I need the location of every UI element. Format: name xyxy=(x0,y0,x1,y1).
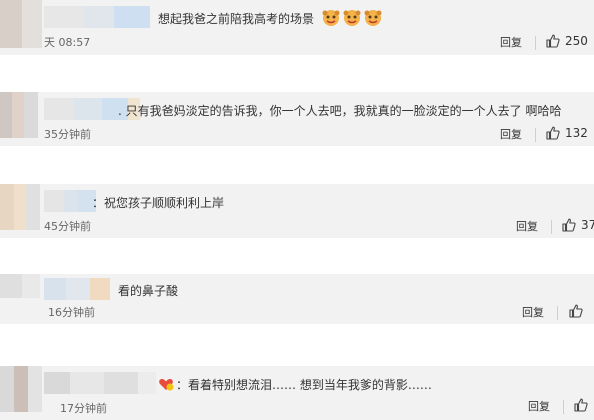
comment-text: 看的鼻子酸 xyxy=(118,284,179,298)
comment-card: 想起我爸之前陪我高考的场景 天 08:57 回复 250 xyxy=(0,0,594,55)
username[interactable] xyxy=(44,372,156,394)
heart-emoji-icon xyxy=(158,376,174,396)
divider xyxy=(535,36,536,50)
timestamp: 35分钟前 xyxy=(44,128,91,141)
comment-card: . 只有我爸妈淡定的告诉我，你一个人去吧，我就真的一脸淡定的一个人去了 啊哈哈 … xyxy=(0,92,594,146)
like-button[interactable]: 250 xyxy=(546,34,588,48)
like-button[interactable]: 37 xyxy=(562,218,594,232)
username[interactable] xyxy=(44,6,150,28)
like-button[interactable] xyxy=(569,304,588,318)
like-count: 250 xyxy=(565,34,588,48)
thumbs-up-icon xyxy=(569,304,583,318)
dog-face-emoji-icon xyxy=(322,9,382,27)
reply-button[interactable]: 回复 xyxy=(500,128,522,142)
thumbs-up-icon xyxy=(562,218,576,232)
divider xyxy=(535,128,536,142)
divider xyxy=(557,306,558,320)
avatar xyxy=(0,366,42,412)
comment-card: ：看着特别想流泪…… 想到当年我爹的背影…… 17分钟前 回复 xyxy=(0,366,594,420)
reply-button[interactable]: 回复 xyxy=(516,220,538,234)
like-button[interactable]: 132 xyxy=(546,126,588,140)
comment-card: 看的鼻子酸 16分钟前 回复 xyxy=(0,274,594,324)
username[interactable] xyxy=(44,278,110,300)
thumbs-up-icon xyxy=(546,34,560,48)
comment-text: ：看着特别想流泪…… 想到当年我爹的背影…… xyxy=(176,378,432,392)
divider xyxy=(563,400,564,414)
timestamp: 天 08:57 xyxy=(44,36,91,49)
reply-button[interactable]: 回复 xyxy=(500,36,522,50)
reply-button[interactable]: 回复 xyxy=(528,400,550,414)
like-button[interactable] xyxy=(574,398,593,412)
avatar xyxy=(0,274,40,298)
comment-card: ：祝您孩子顺顺利利上岸 45分钟前 回复 37 xyxy=(0,184,594,238)
timestamp: 17分钟前 xyxy=(60,402,107,415)
like-count: 132 xyxy=(565,126,588,140)
thumbs-up-icon xyxy=(546,126,560,140)
timestamp: 16分钟前 xyxy=(48,306,95,319)
comment-text: ：祝您孩子顺顺利利上岸 xyxy=(92,196,225,210)
avatar xyxy=(0,92,38,138)
divider xyxy=(551,220,552,234)
reply-button[interactable]: 回复 xyxy=(522,306,544,320)
avatar xyxy=(0,0,42,48)
thumbs-up-icon xyxy=(574,398,588,412)
comment-text: 想起我爸之前陪我高考的场景 xyxy=(158,12,315,26)
timestamp: 45分钟前 xyxy=(44,220,91,233)
like-count: 37 xyxy=(581,218,594,232)
comment-text: . 只有我爸妈淡定的告诉我，你一个人去吧，我就真的一脸淡定的一个人去了 啊哈哈 xyxy=(118,104,562,118)
avatar xyxy=(0,184,40,230)
username[interactable] xyxy=(44,190,96,212)
